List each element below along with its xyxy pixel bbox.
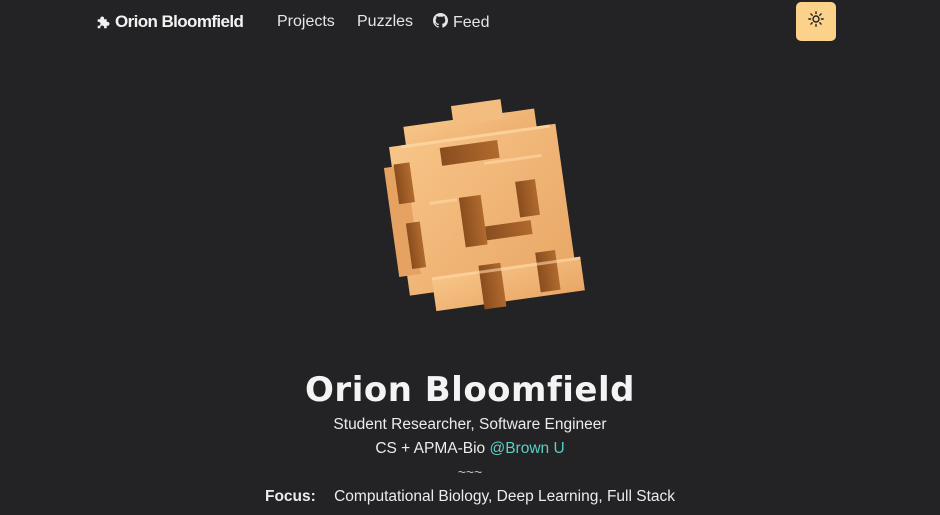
brand-link[interactable]: Orion Bloomfield <box>95 12 244 32</box>
hero-subtitle: Student Researcher, Software Engineer <box>333 416 607 433</box>
focus-label: Focus: <box>264 488 316 505</box>
navbar: Orion Bloomfield Projects Puzzles Feed <box>0 0 940 44</box>
github-icon <box>433 13 448 33</box>
nav-link-puzzles-label: Puzzles <box>357 13 414 30</box>
nav-link-feed-label: Feed <box>453 14 490 31</box>
hero-divider: ~~~ <box>457 464 483 480</box>
theme-toggle-button[interactable] <box>796 2 836 41</box>
focus-row: Focus: Computational Biology, Deep Learn… <box>0 488 940 506</box>
sun-icon <box>808 11 824 32</box>
brand-name: Orion Bloomfield <box>115 12 244 31</box>
focus-value: Computational Biology, Deep Learning, Fu… <box>334 488 676 505</box>
puzzle-piece-icon <box>95 13 113 31</box>
affiliation-prefix: CS + APMA-Bio <box>375 440 486 457</box>
hero-affiliation: CS + APMA-Bio @Brown U <box>0 440 940 458</box>
nav-link-puzzles[interactable]: Puzzles <box>357 13 413 31</box>
hero-name: Orion Bloomfield <box>305 370 635 410</box>
nav-link-feed[interactable]: Feed <box>433 13 489 33</box>
nav-link-projects[interactable]: Projects <box>277 13 335 31</box>
wooden-burr-puzzle-image <box>370 95 590 315</box>
nav-link-projects-label: Projects <box>277 13 335 30</box>
brown-university-link[interactable]: @Brown U <box>489 440 564 457</box>
